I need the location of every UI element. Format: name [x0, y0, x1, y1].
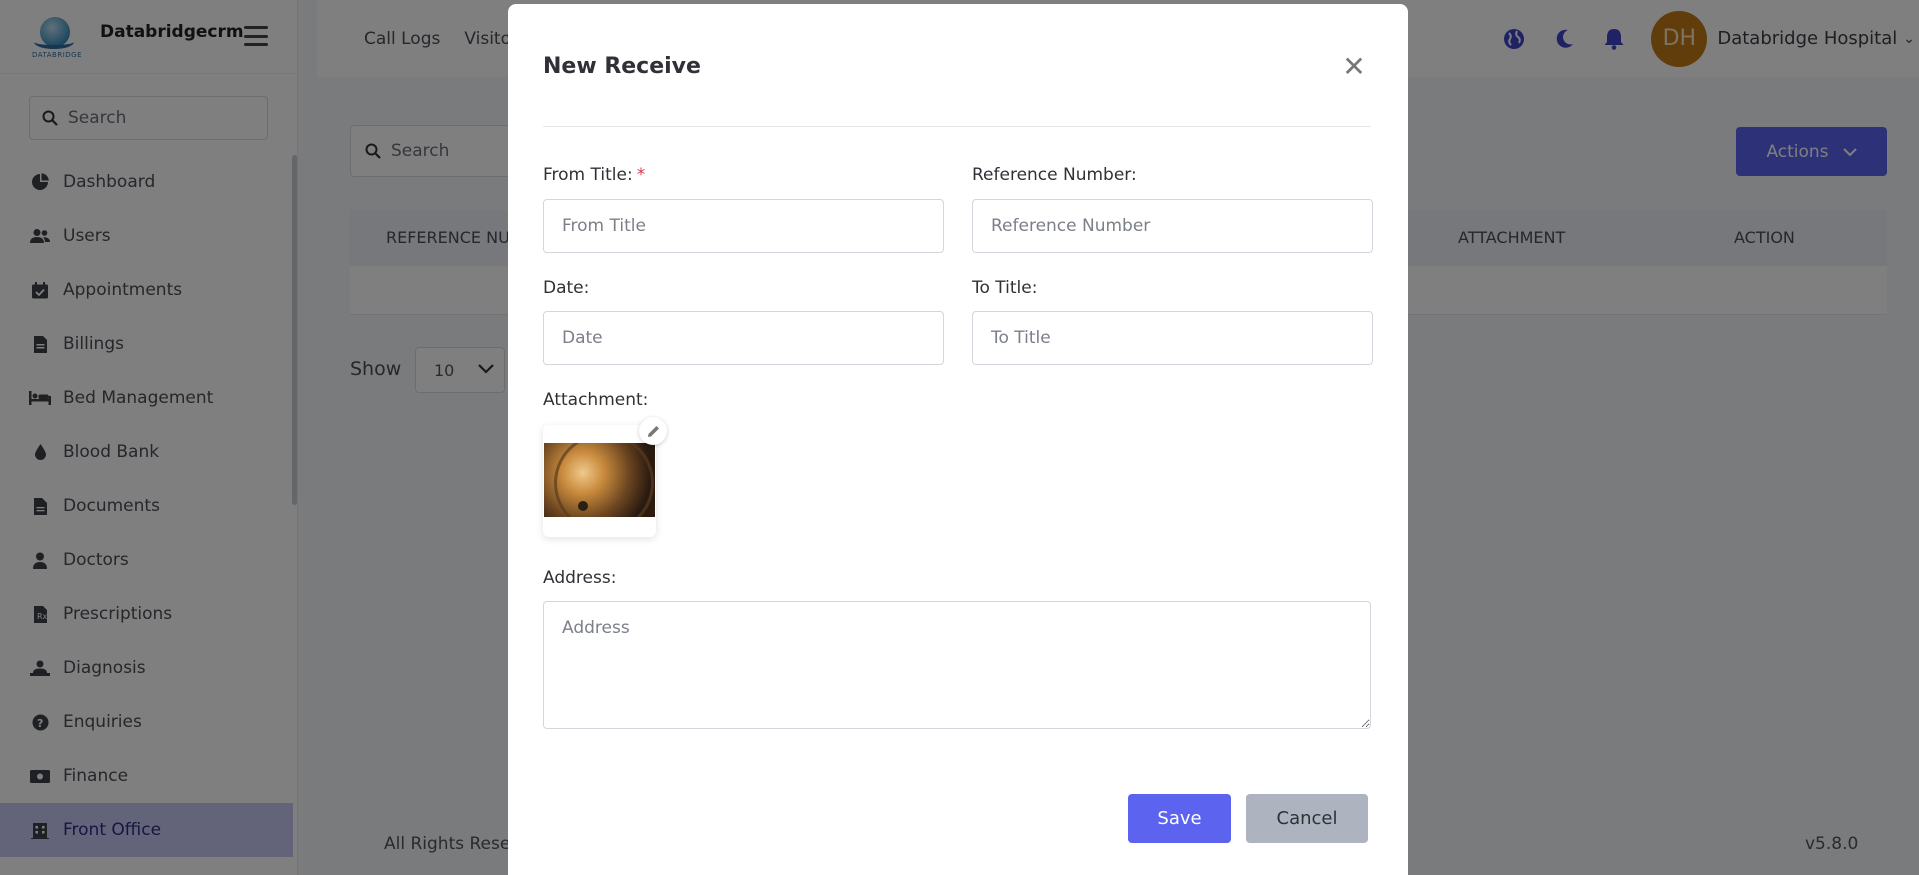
modal-divider — [543, 126, 1371, 127]
from-title-label-text: From Title: — [543, 165, 633, 185]
address-textarea[interactable] — [543, 601, 1371, 729]
cancel-button[interactable]: Cancel — [1246, 794, 1368, 843]
attachment-image — [544, 443, 655, 517]
reference-number-label: Reference Number: — [972, 165, 1137, 185]
attachment-label: Attachment: — [543, 390, 649, 410]
pencil-icon[interactable] — [639, 417, 667, 445]
new-receive-modal: New Receive ✕ From Title:* Reference Num… — [508, 4, 1408, 875]
required-marker: * — [636, 165, 646, 185]
from-title-label: From Title: * — [543, 165, 645, 185]
attachment-preview[interactable] — [543, 417, 667, 537]
modal-title: New Receive — [543, 54, 701, 79]
to-title-input[interactable] — [972, 311, 1373, 365]
date-input[interactable] — [543, 311, 944, 365]
address-label: Address: — [543, 568, 617, 588]
to-title-label: To Title: — [972, 278, 1038, 298]
close-icon[interactable]: ✕ — [1341, 53, 1367, 81]
from-title-input[interactable] — [543, 199, 944, 253]
reference-number-input[interactable] — [972, 199, 1373, 253]
save-button[interactable]: Save — [1128, 794, 1231, 843]
date-label: Date: — [543, 278, 590, 298]
